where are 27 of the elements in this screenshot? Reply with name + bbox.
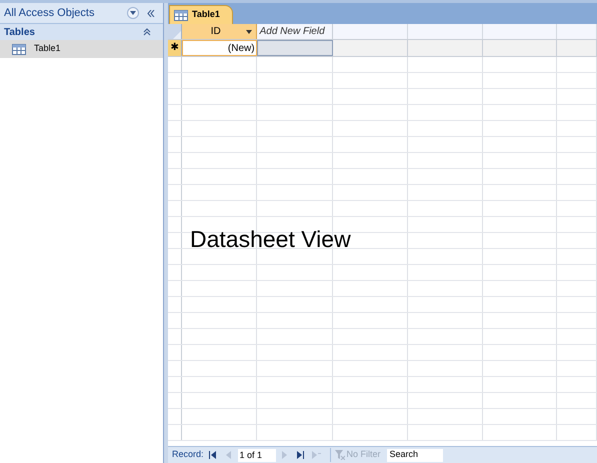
caret-icon: [130, 11, 136, 15]
search-field[interactable]: Search: [386, 448, 443, 462]
group-header[interactable]: Tables: [0, 24, 163, 40]
next-record-icon: [280, 451, 290, 459]
navigation-item[interactable]: Table1: [0, 40, 163, 58]
overlay-caption: Datasheet View: [190, 225, 351, 254]
column-header[interactable]: ID: [182, 24, 257, 39]
document-tab[interactable]: Table1: [169, 5, 233, 24]
table-cell[interactable]: [256, 40, 334, 56]
new-record-icon: [312, 451, 322, 459]
group-label: Tables: [4, 26, 36, 40]
double-chevron-icon: [147, 10, 155, 16]
table-icon: [174, 10, 188, 20]
new-record-marker: ✱: [168, 40, 182, 56]
first-record-icon: [208, 451, 218, 459]
navigation-title: All Access Objects: [4, 6, 96, 21]
filter-icon: [334, 450, 345, 460]
previous-record-icon: [224, 451, 234, 459]
table-cell[interactable]: (New): [182, 40, 257, 56]
table-icon: [12, 44, 26, 54]
collapse-chevron-icon[interactable]: [143, 28, 151, 36]
column-header[interactable]: Add New Field: [256, 24, 334, 39]
record-position-field[interactable]: 1 of 1: [238, 448, 276, 462]
dropdown-button[interactable]: [127, 7, 139, 19]
record-label: Record:: [172, 448, 204, 462]
last-record-icon: [296, 451, 306, 459]
dropdown-arrow-icon[interactable]: [246, 30, 252, 34]
